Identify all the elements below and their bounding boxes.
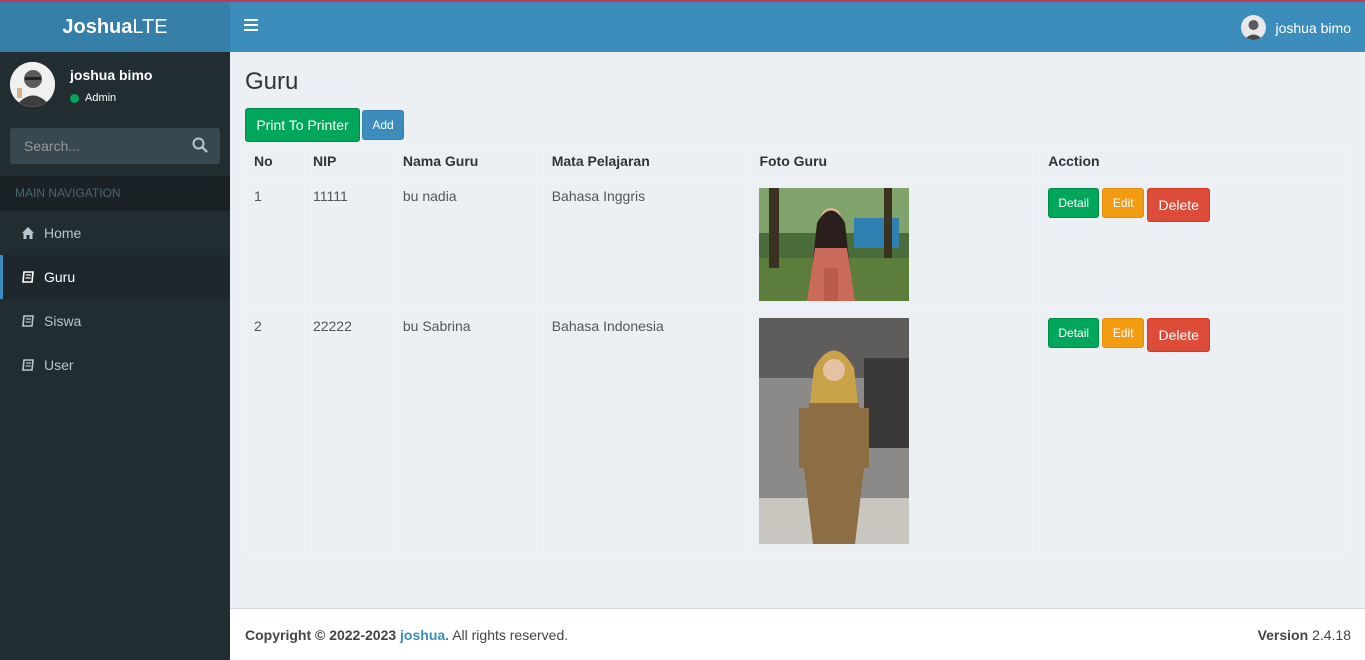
navbar-user-name: joshua bimo [1275,19,1352,36]
navbar-avatar [1240,15,1266,40]
footer-link[interactable]: joshua. [400,627,449,643]
cell-actions: Detail Edit Delete [1039,309,1350,554]
col-header-nama: Nama Guru [393,144,544,180]
sidebar-item-siswa[interactable]: Siswa [0,299,230,343]
teacher-photo [759,188,910,301]
guru-table: No NIP Nama Guru Mata Pelajaran Foto Gur… [245,144,1350,554]
copyright-text: Copyright © 2022-2023 [245,627,397,643]
col-header-action: Acction [1039,144,1350,180]
sidebar-search [10,128,220,164]
edit-button[interactable]: Edit [1102,188,1145,218]
sidebar-item-label: Guru [44,269,76,285]
print-button[interactable]: Print To Printer [245,108,360,142]
online-status-icon [70,93,79,103]
sidebar-avatar [10,62,55,107]
cell-no: 1 [245,179,305,310]
footer-version: Version 2.4.18 [1258,627,1351,643]
detail-button[interactable]: Detail [1048,318,1100,348]
sidebar-item-label: Siswa [44,313,82,329]
table-header-row: No NIP Nama Guru Mata Pelajaran Foto Gur… [245,144,1350,180]
cell-nip: 22222 [303,309,395,554]
cell-foto [750,309,1041,554]
cell-foto [750,179,1041,310]
navbar-user-menu[interactable]: joshua bimo [1240,15,1352,40]
user-role: Admin [85,92,117,104]
version-number: 2.4.18 [1312,627,1351,643]
sidebar-item-label: Home [44,225,82,241]
user-status: Admin [70,92,116,104]
col-header-foto: Foto Guru [750,144,1041,180]
col-header-no: No [245,144,305,180]
search-icon[interactable] [192,137,210,155]
teacher-photo [759,318,910,544]
book-icon [21,358,35,372]
top-navbar: joshua bimo [230,2,1365,52]
brand-bold: Joshua [62,16,133,38]
sidebar-item-user[interactable]: User [0,343,230,387]
rights-text: All rights reserved. [452,627,569,643]
cell-no: 2 [245,309,305,554]
cell-mapel: Bahasa Inggris [542,179,752,310]
delete-button[interactable]: Delete [1147,188,1211,222]
book-icon [21,270,35,284]
col-header-nip: NIP [303,144,395,180]
delete-button[interactable]: Delete [1147,318,1211,352]
table-row: 1 11111 bu nadia Bahasa Inggris Detail E… [245,179,1350,310]
sidebar-menu: Home Guru Siswa User [0,211,230,387]
user-panel: joshua bimo Admin [0,52,230,118]
page-title: Guru [245,68,299,95]
search-input[interactable] [10,128,180,164]
brand-light: LTE [132,16,168,38]
sidebar-item-label: User [44,357,74,373]
top-accent-line [0,0,1365,2]
sidebar-item-guru[interactable]: Guru [0,255,230,299]
sidebar-item-home[interactable]: Home [0,211,230,255]
sidebar: joshua bimo Admin MAIN NAVIGATION Home G [0,52,230,660]
footer: Copyright © 2022-2023 joshua. All rights… [230,608,1365,660]
sidebar-user-name: joshua bimo [70,67,153,83]
cell-nama: bu nadia [393,179,544,310]
content-area: Guru Print To Printer Add No NIP Nama Gu… [230,52,1365,608]
cell-actions: Detail Edit Delete [1039,179,1350,310]
col-header-mapel: Mata Pelajaran [542,144,752,180]
main-navigation-header: MAIN NAVIGATION [0,176,230,211]
brand-logo[interactable]: JoshuaLTE [0,2,230,52]
table-row: 2 22222 bu Sabrina Bahasa Indonesia Deta… [245,309,1350,554]
book-icon [21,314,35,328]
version-label: Version [1257,627,1309,643]
edit-button[interactable]: Edit [1102,318,1145,348]
cell-mapel: Bahasa Indonesia [542,309,752,554]
cell-nama: bu Sabrina [393,309,544,554]
add-button[interactable]: Add [362,110,404,140]
sidebar-toggle-icon[interactable] [244,19,258,35]
home-icon [21,226,35,240]
cell-nip: 11111 [303,179,395,310]
detail-button[interactable]: Detail [1048,188,1100,218]
footer-copyright: Copyright © 2022-2023 joshua. All rights… [245,627,568,643]
